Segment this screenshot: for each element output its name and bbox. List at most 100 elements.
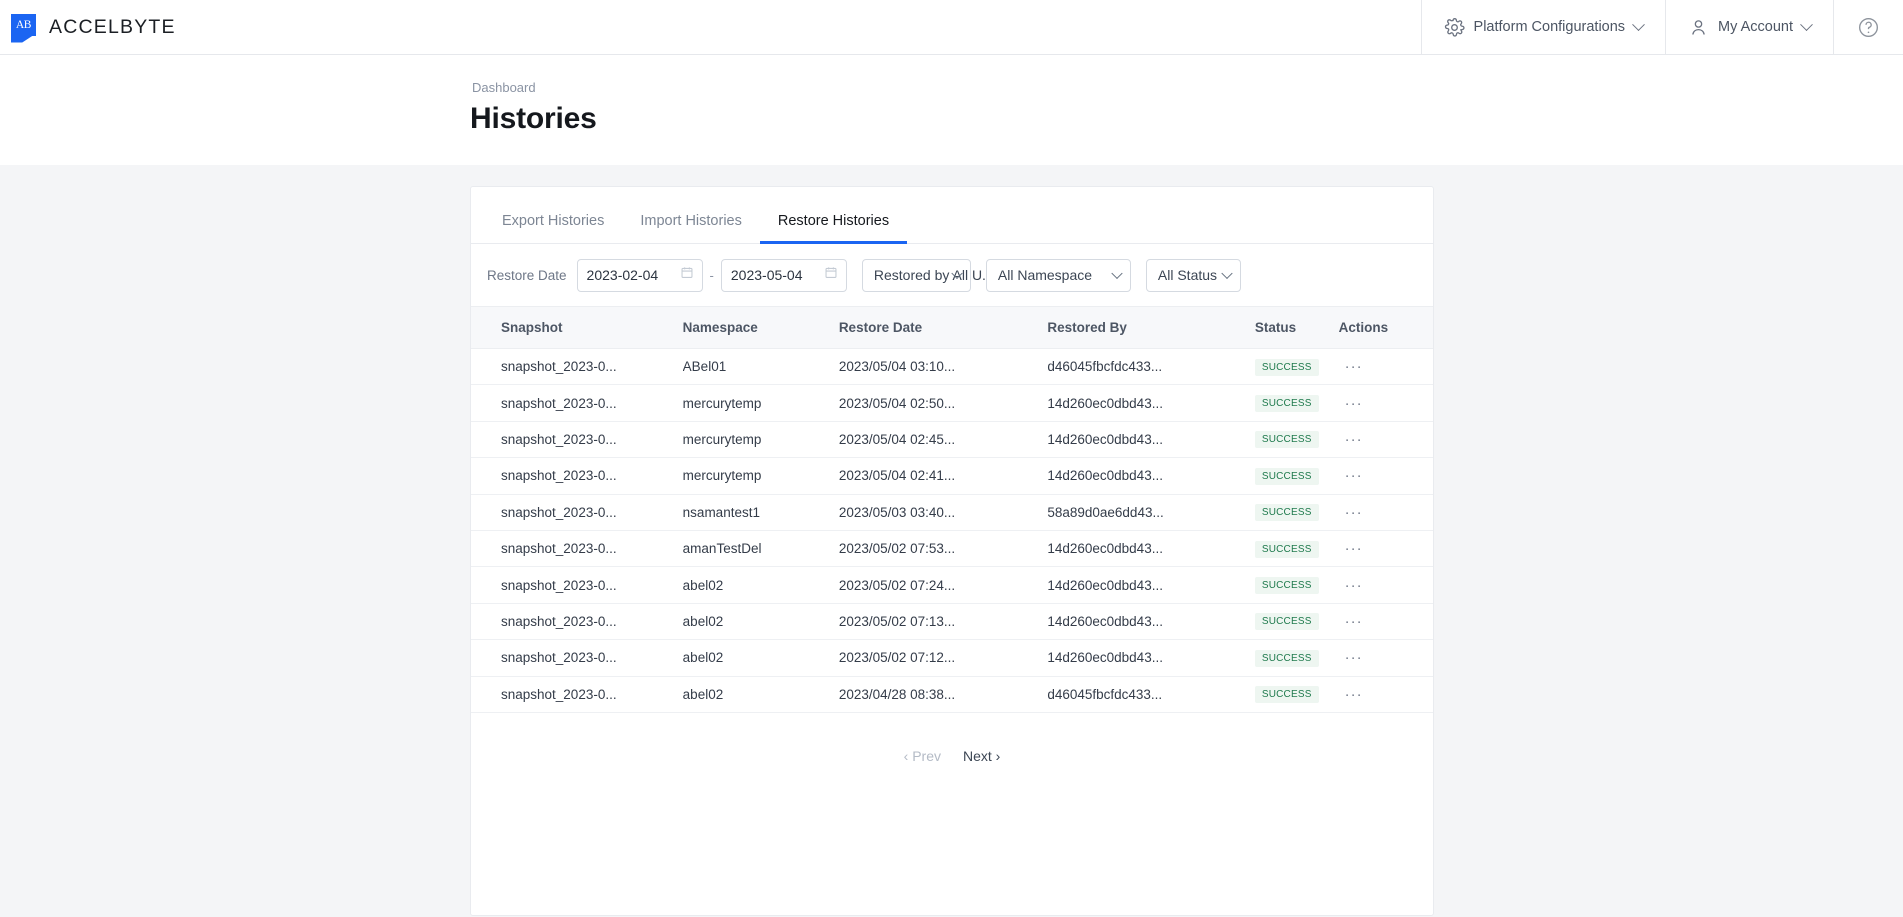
- date-range-separator: -: [709, 267, 714, 283]
- cell-snapshot: snapshot_2023-0...: [471, 639, 683, 677]
- table-row[interactable]: snapshot_2023-0... abel02 2023/04/28 08:38…: [471, 676, 1433, 713]
- cell-status: SUCCESS: [1254, 494, 1339, 531]
- tab-export-histories-label: Export Histories: [502, 212, 605, 229]
- cell-actions: ···: [1338, 421, 1433, 459]
- cell-restore-date: 2023/04/28 08:38...: [838, 676, 1048, 713]
- table-header: Snapshot Namespace Restore Date Restored…: [471, 306, 1433, 349]
- date-to-value: 2023-05-04: [730, 267, 803, 283]
- cell-actions: ···: [1338, 603, 1433, 641]
- chevron-down-icon: [1221, 267, 1233, 280]
- status-select[interactable]: All Status: [1145, 258, 1241, 292]
- cell-namespace: mercurytemp: [682, 384, 839, 422]
- date-from-value: 2023-02-04: [586, 267, 659, 283]
- column-header-actions: Actions: [1338, 306, 1433, 349]
- table-header-row: Snapshot Namespace Restore Date Restored…: [471, 306, 1433, 349]
- status-badge: SUCCESS: [1254, 613, 1319, 631]
- table-row[interactable]: snapshot_2023-0... mercurytemp 2023/05/04 …: [471, 457, 1433, 495]
- cell-status: SUCCESS: [1254, 384, 1339, 422]
- cell-actions: ···: [1338, 639, 1433, 677]
- logo-mark-text: AB: [15, 18, 32, 31]
- cell-namespace: abel02: [682, 566, 839, 604]
- my-account-label: My Account: [1718, 19, 1793, 35]
- row-actions-button[interactable]: ···: [1339, 686, 1369, 703]
- status-badge: SUCCESS: [1254, 540, 1319, 558]
- cell-snapshot: snapshot_2023-0...: [471, 530, 683, 568]
- restored-by-select[interactable]: Restored by All U...: [861, 258, 994, 292]
- cell-restore-date: 2023/05/04 03:10...: [838, 348, 1048, 386]
- table-row[interactable]: snapshot_2023-0... abel02 2023/05/02 07:12…: [471, 639, 1433, 677]
- cell-snapshot: snapshot_2023-0...: [471, 384, 683, 422]
- cell-restored-by: 14d260ec0dbd43...: [1047, 457, 1255, 495]
- tab-export-histories[interactable]: Export Histories: [484, 212, 622, 244]
- table-row[interactable]: snapshot_2023-0... mercurytemp 2023/05/04 …: [471, 384, 1433, 422]
- cell-actions: ···: [1338, 494, 1433, 531]
- table-row[interactable]: snapshot_2023-0... amanTestDel 2023/05/02 …: [471, 530, 1433, 568]
- tab-import-histories-label: Import Histories: [640, 212, 742, 229]
- cell-restore-date: 2023/05/02 07:12...: [838, 639, 1048, 677]
- cell-restored-by: 14d260ec0dbd43...: [1047, 421, 1255, 459]
- top-navigation-bar: AB ACCELBYTE Platform Configurations My …: [0, 0, 1903, 55]
- row-actions-button[interactable]: ···: [1339, 431, 1369, 448]
- status-badge: SUCCESS: [1254, 431, 1319, 449]
- cell-restore-date: 2023/05/02 07:13...: [838, 603, 1048, 641]
- row-actions-button[interactable]: ···: [1339, 467, 1369, 484]
- row-actions-button[interactable]: ···: [1339, 504, 1369, 521]
- date-to-input[interactable]: 2023-05-04: [720, 258, 847, 292]
- row-actions-button[interactable]: ···: [1339, 613, 1369, 630]
- cell-snapshot: snapshot_2023-0...: [471, 676, 683, 713]
- cell-status: SUCCESS: [1254, 348, 1339, 386]
- help-button[interactable]: [1833, 0, 1903, 54]
- next-page-button[interactable]: Next ›: [963, 748, 1000, 764]
- cell-actions: ···: [1338, 348, 1433, 386]
- cell-namespace: abel02: [682, 639, 839, 677]
- cell-status: SUCCESS: [1254, 603, 1339, 641]
- my-account-menu[interactable]: My Account: [1665, 0, 1833, 54]
- tab-restore-histories[interactable]: Restore Histories: [759, 212, 908, 244]
- column-header-status: Status: [1254, 306, 1339, 349]
- table-row[interactable]: snapshot_2023-0... abel02 2023/05/02 07:13…: [471, 603, 1433, 641]
- status-badge: SUCCESS: [1254, 504, 1319, 522]
- table-row[interactable]: snapshot_2023-0... abel02 2023/05/02 07:24…: [471, 566, 1433, 604]
- chevron-down-icon: [1111, 267, 1123, 280]
- page-header: Dashboard Histories: [0, 55, 1903, 165]
- platform-configurations-menu[interactable]: Platform Configurations: [1420, 0, 1666, 54]
- table-row[interactable]: snapshot_2023-0... nsamantest1 2023/05/03 …: [471, 494, 1433, 531]
- row-actions-button[interactable]: ···: [1339, 358, 1369, 375]
- question-circle-icon: [1857, 16, 1880, 39]
- cell-restore-date: 2023/05/03 03:40...: [838, 494, 1048, 531]
- cell-namespace: mercurytemp: [682, 457, 839, 495]
- calendar-icon: [824, 266, 838, 285]
- table-row[interactable]: snapshot_2023-0... ABel01 2023/05/04 03:10…: [471, 348, 1433, 386]
- table-row[interactable]: snapshot_2023-0... mercurytemp 2023/05/04 …: [471, 421, 1433, 459]
- cell-snapshot: snapshot_2023-0...: [471, 348, 683, 386]
- row-actions-button[interactable]: ···: [1339, 577, 1369, 594]
- cell-restored-by: d46045fbcfdc433...: [1047, 348, 1255, 386]
- column-header-restored-by: Restored By: [1047, 306, 1255, 349]
- row-actions-button[interactable]: ···: [1339, 540, 1369, 557]
- pagination: ‹ Prev Next ›: [471, 713, 1433, 799]
- status-badge: SUCCESS: [1254, 577, 1319, 595]
- user-icon: [1688, 17, 1709, 38]
- date-from-input[interactable]: 2023-02-04: [576, 258, 703, 292]
- histories-card: Export Histories Import Histories Restor…: [470, 186, 1434, 916]
- cell-namespace: amanTestDel: [682, 530, 839, 568]
- filter-bar: Restore Date 2023-02-04 - 2023-05-04 Res…: [471, 244, 1433, 306]
- row-actions-button[interactable]: ···: [1339, 649, 1369, 666]
- cell-status: SUCCESS: [1254, 639, 1339, 677]
- restore-date-label: Restore Date: [487, 267, 567, 283]
- status-badge: SUCCESS: [1254, 467, 1319, 485]
- cell-actions: ···: [1338, 676, 1433, 713]
- calendar-icon: [680, 266, 694, 285]
- cell-snapshot: snapshot_2023-0...: [471, 494, 683, 531]
- namespace-select[interactable]: All Namespace: [985, 258, 1131, 292]
- cell-snapshot: snapshot_2023-0...: [471, 566, 683, 604]
- table-body: snapshot_2023-0... ABel01 2023/05/04 03:10…: [471, 348, 1433, 713]
- cell-restored-by: d46045fbcfdc433...: [1047, 676, 1255, 713]
- platform-configurations-label: Platform Configurations: [1473, 19, 1626, 35]
- prev-page-button[interactable]: ‹ Prev: [904, 748, 941, 764]
- tab-import-histories[interactable]: Import Histories: [622, 212, 760, 244]
- brand-logo[interactable]: AB ACCELBYTE: [0, 0, 176, 54]
- breadcrumb[interactable]: Dashboard: [472, 80, 536, 95]
- tab-restore-histories-label: Restore Histories: [777, 212, 890, 229]
- row-actions-button[interactable]: ···: [1339, 395, 1369, 412]
